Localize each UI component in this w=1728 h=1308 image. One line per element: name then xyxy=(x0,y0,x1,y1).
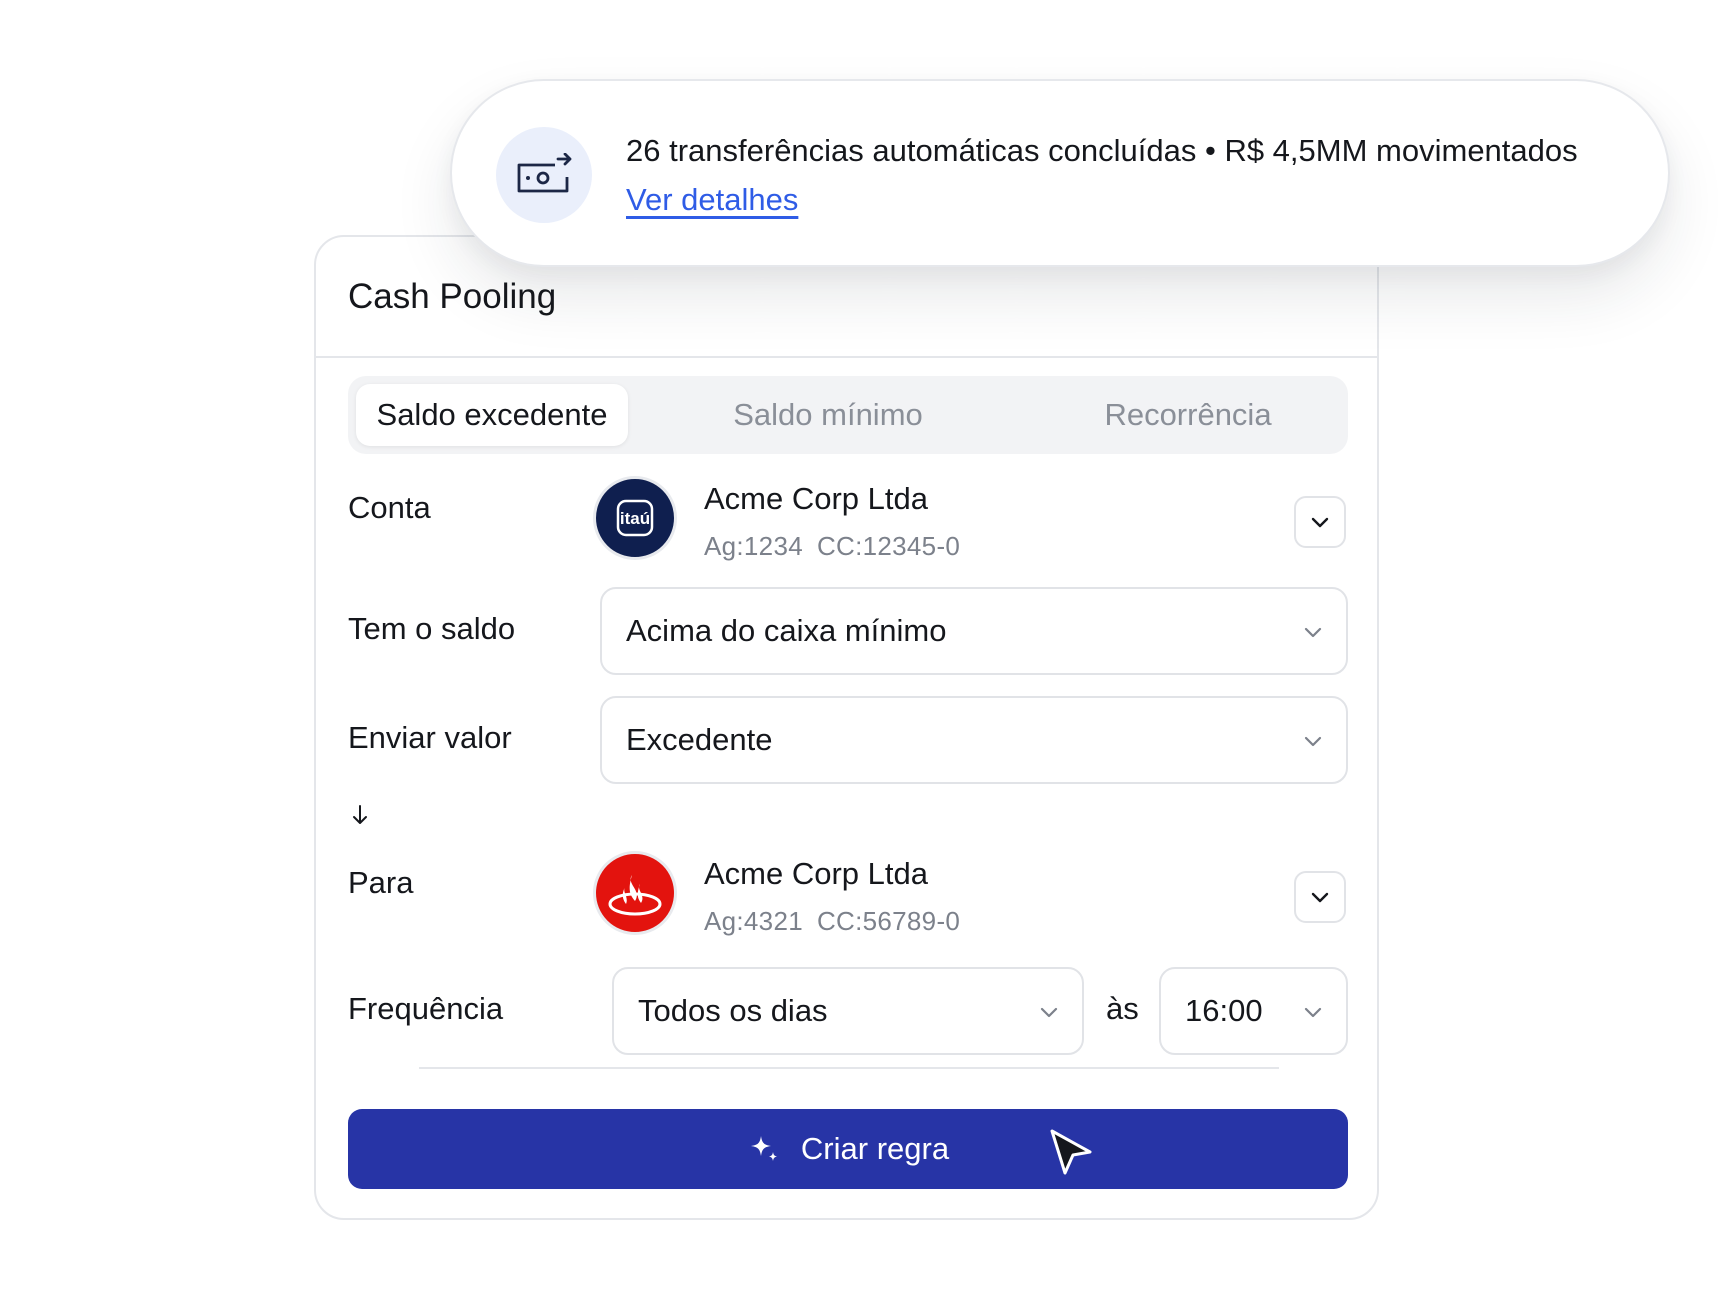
itau-logo: itaú xyxy=(593,476,677,560)
enviar-select[interactable]: Excedente xyxy=(600,696,1348,784)
itau-logo-text: itaú xyxy=(620,509,650,528)
para-account-number: CC:56789-0 xyxy=(816,906,961,936)
create-rule-label: Criar regra xyxy=(800,1131,950,1166)
frequencia-select-value: Todos os dias xyxy=(638,993,828,1028)
view-details-link[interactable]: Ver detalhes xyxy=(626,182,798,218)
para-label: Para xyxy=(348,865,414,900)
chevron-down-icon xyxy=(1311,517,1329,528)
enviar-select-value: Excedente xyxy=(626,722,773,757)
tab-recorrencia[interactable]: Recorrência xyxy=(1038,384,1338,446)
santander-logo xyxy=(593,851,677,935)
create-rule-button[interactable]: Criar regra xyxy=(348,1109,1348,1189)
at-label: às xyxy=(1106,991,1139,1026)
saldo-select[interactable]: Acima do caixa mínimo xyxy=(600,587,1348,675)
conta-account-name: Acme Corp Ltda xyxy=(704,481,928,516)
chevron-down-icon xyxy=(1304,627,1322,638)
conta-dropdown-button[interactable] xyxy=(1294,496,1346,548)
arrow-down-icon xyxy=(353,805,367,824)
tab-saldo-excedente[interactable]: Saldo excedente xyxy=(356,384,628,446)
time-select-value: 16:00 xyxy=(1185,993,1263,1028)
para-dropdown-button[interactable] xyxy=(1294,871,1346,923)
saldo-label: Tem o saldo xyxy=(348,611,516,646)
frequencia-label: Frequência xyxy=(348,991,504,1026)
para-agency: Ag:4321 xyxy=(704,906,803,936)
conta-account-details: Ag:1234 CC:12345-0 xyxy=(704,531,960,562)
notification-message: 26 transferências automáticas concluídas… xyxy=(626,133,1578,168)
tab-saldo-minimo[interactable]: Saldo mínimo xyxy=(678,384,978,446)
card-title: Cash Pooling xyxy=(348,277,557,316)
chevron-down-icon xyxy=(1304,736,1322,747)
frequencia-select[interactable]: Todos os dias xyxy=(612,967,1084,1055)
chevron-down-icon xyxy=(1311,892,1329,903)
sparkle-icon xyxy=(750,1136,777,1161)
conta-account-number: CC:12345-0 xyxy=(816,531,961,561)
transfer-notification: 26 transferências automáticas concluídas… xyxy=(450,79,1670,267)
time-select[interactable]: 16:00 xyxy=(1159,967,1348,1055)
saldo-select-value: Acima do caixa mínimo xyxy=(626,613,947,648)
cash-pooling-card: Cash Pooling Saldo excedente Saldo mínim… xyxy=(314,235,1379,1220)
chevron-down-icon xyxy=(1040,1007,1058,1018)
para-account-name: Acme Corp Ltda xyxy=(704,856,928,891)
money-transfer-icon xyxy=(496,127,592,223)
enviar-label: Enviar valor xyxy=(348,720,512,755)
mouse-cursor-icon xyxy=(1050,1129,1092,1175)
conta-agency: Ag:1234 xyxy=(704,531,803,561)
conta-label: Conta xyxy=(348,490,431,525)
divider xyxy=(419,1067,1279,1069)
para-account-details: Ag:4321 CC:56789-0 xyxy=(704,906,960,937)
rule-type-tabs: Saldo excedente Saldo mínimo Recorrência xyxy=(348,376,1348,454)
chevron-down-icon xyxy=(1304,1007,1322,1018)
